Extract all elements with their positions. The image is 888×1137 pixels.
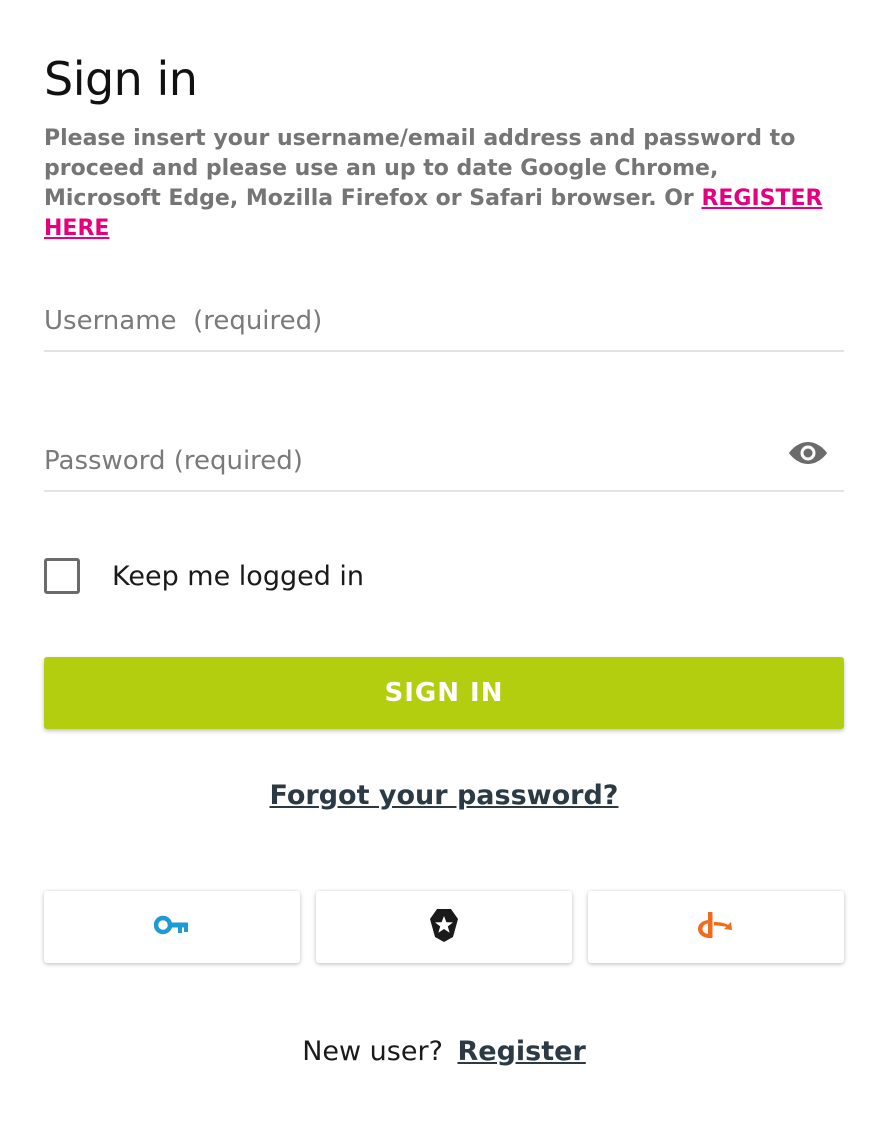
sso-openid-button[interactable] (588, 891, 844, 963)
sso-auth0-button[interactable] (316, 891, 572, 963)
show-password-eye-icon[interactable] (788, 438, 828, 468)
intro-text: Please insert your username/email addres… (44, 124, 834, 244)
page-title: Sign in (44, 52, 198, 106)
password-field[interactable] (44, 432, 844, 492)
keep-logged-in-row[interactable]: Keep me logged in (44, 558, 364, 594)
username-input[interactable] (44, 292, 844, 350)
intro-message: Please insert your username/email addres… (44, 126, 796, 211)
forgot-password-link[interactable]: Forgot your password? (270, 780, 619, 811)
sign-in-page: Sign in Please insert your username/emai… (0, 0, 888, 1137)
keep-logged-in-checkbox[interactable] (44, 558, 80, 594)
openid-icon (698, 910, 734, 944)
username-field[interactable] (44, 292, 844, 352)
sso-key-button[interactable] (44, 891, 300, 963)
sso-buttons-row (44, 891, 844, 963)
forgot-password-row: Forgot your password? (0, 780, 888, 811)
sign-in-button[interactable]: SIGN IN (44, 657, 844, 729)
password-input[interactable] (44, 432, 844, 490)
new-user-row: New user? Register (0, 1036, 888, 1067)
register-link[interactable]: Register (458, 1036, 586, 1067)
auth0-shield-icon (427, 907, 461, 947)
keep-logged-in-label[interactable]: Keep me logged in (112, 561, 364, 592)
key-icon (153, 914, 190, 940)
new-user-text: New user? (302, 1036, 443, 1067)
